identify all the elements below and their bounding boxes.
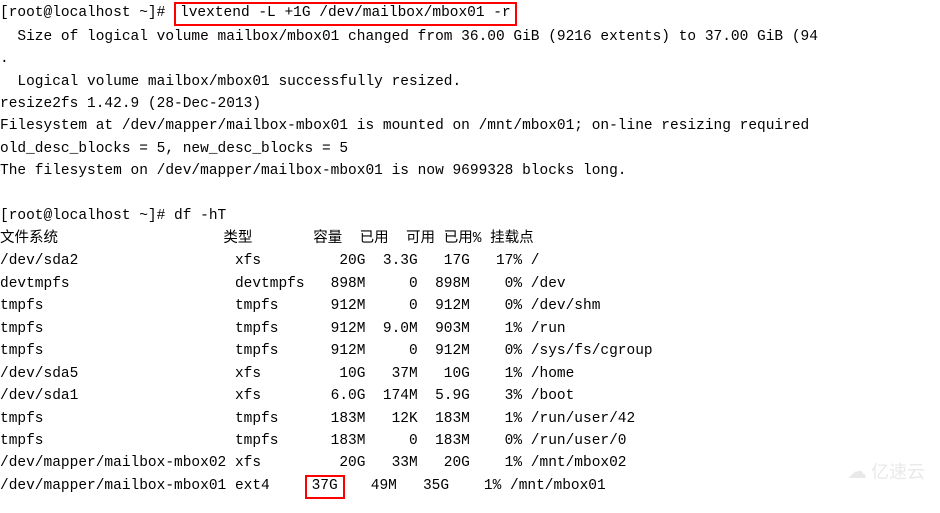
lvextend-command-highlight: lvextend -L +1G /dev/mailbox/mbox01 -r [174, 2, 517, 26]
shell-prompt: [root@localhost ~]# [0, 5, 174, 21]
output-line: Filesystem at /dev/mapper/mailbox-mbox01… [0, 115, 940, 137]
df-row: tmpfs tmpfs 183M 0 183M 0% /run/user/0 [0, 430, 940, 452]
prompt-line-2: [root@localhost ~]# df -hT [0, 205, 940, 227]
output-line: Size of logical volume mailbox/mbox01 ch… [0, 26, 940, 48]
output-line: Logical volume mailbox/mbox01 successful… [0, 71, 940, 93]
output-line: old_desc_blocks = 5, new_desc_blocks = 5 [0, 138, 940, 160]
output-line: . [0, 48, 940, 70]
df-row: /dev/mapper/mailbox-mbox02 xfs 20G 33M 2… [0, 452, 940, 474]
df-row: devtmpfs devtmpfs 898M 0 898M 0% /dev [0, 273, 940, 295]
df-row: tmpfs tmpfs 183M 12K 183M 1% /run/user/4… [0, 408, 940, 430]
df-row: tmpfs tmpfs 912M 0 912M 0% /sys/fs/cgrou… [0, 340, 940, 362]
df-row: /dev/sda1 xfs 6.0G 174M 5.9G 3% /boot [0, 385, 940, 407]
highlighted-size-cell: 37G [305, 475, 345, 499]
df-output-table: 文件系统 类型 容量 已用 可用 已用% 挂载点/dev/sda2 xfs 20… [0, 228, 940, 499]
blank-line [0, 183, 940, 205]
df-header-row: 文件系统 类型 容量 已用 可用 已用% 挂载点 [0, 228, 940, 250]
prompt-line-1: [root@localhost ~]# lvextend -L +1G /dev… [0, 2, 940, 26]
df-row: /dev/sda2 xfs 20G 3.3G 17G 17% / [0, 250, 940, 272]
df-row: tmpfs tmpfs 912M 9.0M 903M 1% /run [0, 318, 940, 340]
output-line: The filesystem on /dev/mapper/mailbox-mb… [0, 160, 940, 182]
shell-prompt: [root@localhost ~]# [0, 208, 174, 224]
df-row: /dev/mapper/mailbox-mbox01 ext4 37G 49M … [0, 475, 940, 499]
cloud-icon: ☁ [847, 457, 867, 488]
df-command: df -hT [174, 208, 226, 224]
output-line: resize2fs 1.42.9 (28-Dec-2013) [0, 93, 940, 115]
df-row: tmpfs tmpfs 912M 0 912M 0% /dev/shm [0, 295, 940, 317]
df-row: /dev/sda5 xfs 10G 37M 10G 1% /home [0, 363, 940, 385]
watermark: ☁ 亿速云 [847, 457, 925, 488]
watermark-text: 亿速云 [871, 459, 925, 487]
